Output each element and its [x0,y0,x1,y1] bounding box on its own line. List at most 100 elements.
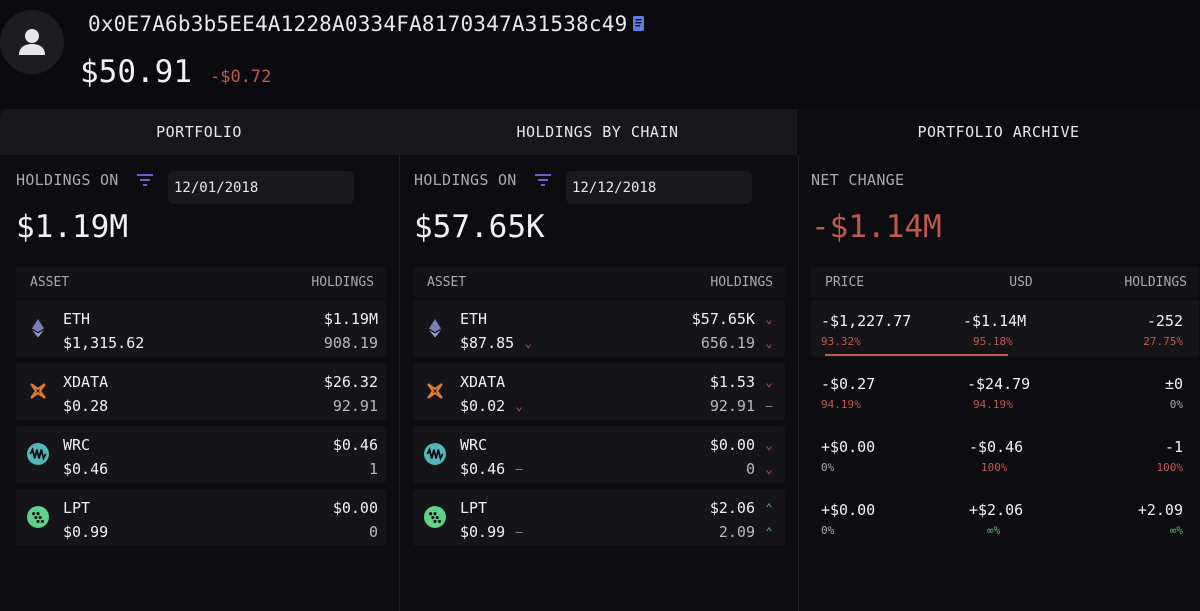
asset-row[interactable]: ETH $87.85 ⌄ $57.65K ⌄ 656.19 ⌄ [413,300,785,357]
holdings-change-percent: 0% [1169,398,1183,411]
price-change: +$0.00 [821,438,876,456]
holdings-change: -1 [1164,438,1183,456]
tab-holdings-by-chain[interactable]: HOLDINGS BY CHAIN [398,109,797,155]
net-change-column: NET CHANGE -$1.14M PRICE USD HOLDINGS -$… [798,155,1200,611]
net-change-label: NET CHANGE [811,171,905,189]
price-change-percent: 0% [821,461,835,474]
xdata-icon [427,383,443,399]
change-bar [825,354,1008,356]
asset-name: ETH [460,310,488,328]
table-header: PRICE USD HOLDINGS [811,267,1199,297]
tab-portfolio[interactable]: PORTFOLIO [0,109,398,155]
asset-row[interactable]: LPT $0.99— $2.06 ⌃ 2.09 ⌃ [413,489,785,546]
holdings-end-column: HOLDINGS ON $57.65K ASSET HOLDINGS ETH $… [399,155,798,611]
chevron-down-icon: ⌄ [765,438,773,452]
holding-usd: $0.00 [332,499,378,517]
price-change-percent: 94.19% [821,398,861,411]
asset-column-header: ASSET [30,274,70,290]
tab-bar: PORTFOLIO HOLDINGS BY CHAIN PORTFOLIO AR… [0,109,1200,155]
start-holdings-total: $1.19M [16,209,128,245]
net-change-label-row: NET CHANGE [811,171,904,189]
holdings-label-row: HOLDINGS ON [414,171,551,189]
holding-amount: 0 [368,523,378,541]
dash-icon: — [515,462,523,476]
asset-row[interactable]: XDATA $0.28 $26.32 92.91 [16,363,386,420]
filter-icon[interactable] [534,174,551,186]
net-change-row[interactable]: -$1,227.77 93.32% -$1.14M 95.18% -252 27… [811,300,1199,357]
holdings-column-header: HOLDINGS [1124,274,1187,290]
dash-icon: — [765,399,773,413]
holdings-change: +2.09 [1137,501,1183,519]
asset-row[interactable]: XDATA $0.02 ⌄ $1.53 ⌄ 92.91— [413,363,785,420]
asset-price: $0.28 [63,397,109,415]
asset-name: WRC [460,436,488,454]
tab-portfolio-archive[interactable]: PORTFOLIO ARCHIVE [797,109,1200,155]
asset-price: $0.99 [63,523,109,541]
holdings-on-label: HOLDINGS ON [414,171,517,189]
holdings-label-row: HOLDINGS ON [16,171,153,189]
holding-amount: 1 [368,460,378,478]
chevron-down-icon: ⌄ [765,375,773,389]
asset-row[interactable]: WRC $0.46— $0.00 ⌄ 0 ⌄ [413,426,785,483]
holding-amount: 0 ⌄ [746,460,775,478]
net-change-row[interactable]: +$0.00 0% +$2.06 ∞% +2.09 ∞% [811,489,1199,546]
wallet-address: 0x0E7A6b3b5EE4A1228A0334FA8170347A31538c… [88,12,628,36]
asset-name: XDATA [460,373,506,391]
usd-change: -$1.14M [963,312,1027,330]
holding-usd: $0.00 ⌄ [710,436,775,454]
asset-name: XDATA [63,373,109,391]
asset-name: LPT [460,499,488,517]
asset-price: $0.46 [63,460,109,478]
lpt-icon [424,506,446,528]
table-header: ASSET HOLDINGS [16,267,386,297]
asset-price: $87.85 ⌄ [460,334,534,352]
chevron-up-icon: ⌃ [765,525,773,539]
holding-amount: 908.19 [323,334,378,352]
chevron-up-icon: ⌃ [765,501,773,515]
holding-usd: $26.32 [323,373,378,391]
usd-change-percent: 100% [981,461,1008,474]
start-date-input[interactable] [168,171,354,204]
asset-row[interactable]: LPT $0.99 $0.00 0 [16,489,386,546]
holdings-change-percent: ∞% [1169,524,1183,537]
end-date-input[interactable] [566,171,752,204]
wallet-balance: $50.91 [80,54,192,90]
price-change: +$0.00 [821,501,876,519]
net-change-row[interactable]: +$0.00 0% -$0.46 100% -1 100% [811,426,1199,483]
balance-change: -$0.72 [209,67,272,87]
chevron-down-icon: ⌄ [515,399,523,413]
avatar [0,10,64,74]
ethereum-icon [429,319,441,338]
holdings-column-header: HOLDINGS [710,274,773,290]
usd-change-percent: 95.18% [973,335,1013,348]
usd-change: +$2.06 [969,501,1024,519]
asset-row[interactable]: ETH $1,315.62 $1.19M 908.19 [16,300,386,357]
copy-icon[interactable] [631,14,647,34]
net-change-row[interactable]: -$0.27 94.19% -$24.79 94.19% ±0 0% [811,363,1199,420]
user-icon [19,29,45,55]
usd-change: -$0.46 [969,438,1024,456]
asset-name: WRC [63,436,91,454]
price-change: -$0.27 [821,375,876,393]
holdings-change: ±0 [1164,375,1183,393]
asset-name: ETH [63,310,91,328]
usd-change: -$24.79 [967,375,1031,393]
holding-usd: $0.46 [332,436,378,454]
portfolio-panel: PORTFOLIO HOLDINGS BY CHAIN PORTFOLIO AR… [0,109,1200,611]
wrc-icon [27,443,49,465]
filter-icon[interactable] [136,174,153,186]
balance-row: $50.91 -$0.72 [80,54,271,90]
usd-column-header: USD [1009,274,1033,290]
asset-row[interactable]: WRC $0.46 $0.46 1 [16,426,386,483]
lpt-icon [27,506,49,528]
asset-price: $0.46— [460,460,525,478]
chevron-down-icon: ⌄ [765,312,773,326]
chevron-down-icon: ⌄ [765,462,773,476]
price-change-percent: 93.32% [821,335,861,348]
dash-icon: — [515,525,523,539]
holding-amount: 92.91 [332,397,378,415]
chevron-down-icon: ⌄ [524,336,532,350]
asset-price: $1,315.62 [63,334,145,352]
holding-usd: $57.65K ⌄ [692,310,775,328]
holding-usd: $1.53 ⌄ [710,373,775,391]
